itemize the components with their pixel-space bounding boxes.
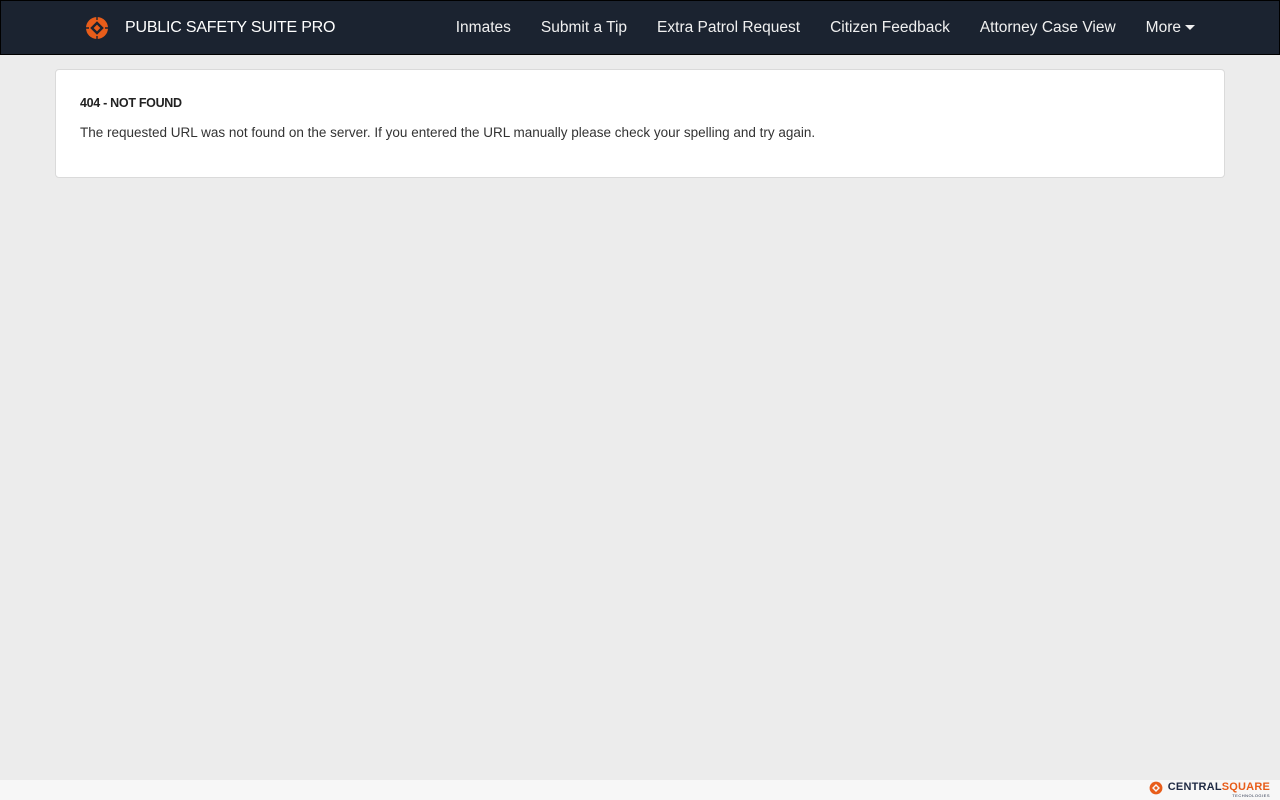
nav-item-inmates[interactable]: Inmates bbox=[456, 19, 511, 37]
nav-item-attorney-case-view[interactable]: Attorney Case View bbox=[980, 19, 1116, 37]
caret-down-icon bbox=[1185, 25, 1195, 30]
footer-word-central: CENTRAL bbox=[1167, 781, 1222, 793]
top-navbar: PUBLIC SAFETY SUITE PRO Inmates Submit a… bbox=[0, 0, 1280, 55]
footer-word-square: SQUARE bbox=[1221, 781, 1270, 793]
centralsquare-logo-icon bbox=[1149, 781, 1163, 795]
footer-centralsquare-logo: CENTRALSQUARE TECHNOLOGIES bbox=[1149, 780, 1270, 800]
footer-word-technologies: TECHNOLOGIES bbox=[1232, 793, 1270, 798]
footer-wordmark: CENTRALSQUARE TECHNOLOGIES bbox=[1168, 780, 1270, 798]
brand-name: PUBLIC SAFETY SUITE PRO bbox=[125, 19, 336, 36]
footer: CENTRALSQUARE TECHNOLOGIES bbox=[0, 780, 1280, 800]
centralsquare-logo-icon bbox=[86, 17, 108, 39]
brand-link[interactable]: PUBLIC SAFETY SUITE PRO bbox=[85, 15, 335, 41]
nav-more-dropdown[interactable]: More bbox=[1146, 19, 1195, 37]
nav-item-extra-patrol-request[interactable]: Extra Patrol Request bbox=[657, 19, 800, 37]
nav-item-citizen-feedback[interactable]: Citizen Feedback bbox=[830, 19, 950, 37]
main-nav: Inmates Submit a Tip Extra Patrol Reques… bbox=[456, 1, 1195, 54]
nav-item-submit-a-tip[interactable]: Submit a Tip bbox=[541, 19, 627, 37]
error-message: The requested URL was not found on the s… bbox=[80, 125, 816, 140]
error-card: 404 - NOT FOUND The requested URL was no… bbox=[55, 69, 1225, 178]
nav-more-label: More bbox=[1145, 18, 1181, 36]
error-title: 404 - NOT FOUND bbox=[80, 96, 182, 110]
